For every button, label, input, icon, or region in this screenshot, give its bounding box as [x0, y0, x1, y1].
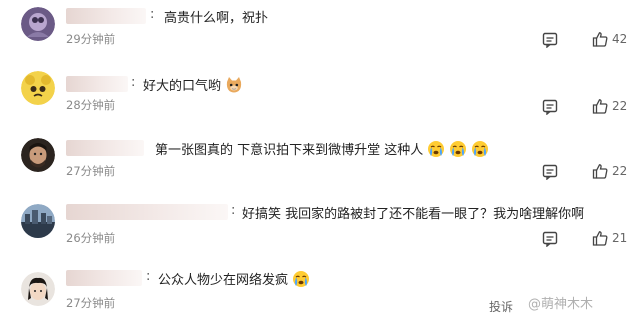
- name-separator: :: [146, 269, 151, 284]
- thumbs-up-icon[interactable]: [592, 31, 608, 47]
- cat-emoji-icon: [225, 76, 243, 98]
- like-count: 22: [612, 99, 628, 113]
- name-separator: :: [231, 203, 236, 218]
- thumbs-up-icon[interactable]: [592, 163, 608, 179]
- comment-item: : 好大的口气哟 28分钟前 22: [0, 64, 640, 126]
- username-blurred[interactable]: [66, 76, 128, 92]
- username-blurred[interactable]: [66, 270, 142, 286]
- name-separator: :: [131, 75, 136, 90]
- comment-text-body: 好大的口气哟: [143, 79, 222, 94]
- like-count: 21: [612, 231, 628, 245]
- avatar[interactable]: [21, 272, 55, 306]
- comment-time: 26分钟前: [66, 231, 116, 245]
- comment-item: : 好搞笑 我回家的路被封了还不能看一眼了？我为啥理解你啊 26分钟前 21: [0, 193, 640, 255]
- username-blurred[interactable]: [66, 204, 228, 220]
- thumbs-up-icon[interactable]: [592, 98, 608, 114]
- cry-emoji-icon: [292, 270, 310, 292]
- username-blurred[interactable]: [66, 8, 146, 24]
- thumbs-up-icon[interactable]: [592, 230, 608, 246]
- comment-text: 第一张图真的 下意识拍下来到微博升堂 这种人: [155, 139, 489, 162]
- comment-time: 28分钟前: [66, 98, 116, 112]
- comment-reply-icon[interactable]: [542, 231, 558, 247]
- cry-emoji-icon: [471, 140, 489, 162]
- comment-time: 27分钟前: [66, 296, 116, 310]
- complaint-link[interactable]: 投诉: [489, 298, 513, 315]
- comment-time: 27分钟前: [66, 164, 116, 178]
- comment-reply-icon[interactable]: [542, 32, 558, 48]
- comment-text: 高贵什么啊，祝扑: [164, 11, 269, 26]
- name-separator: :: [150, 7, 155, 22]
- avatar[interactable]: [21, 7, 55, 41]
- comment-text-body: 第一张图真的 下意识拍下来到微博升堂 这种人: [155, 143, 424, 158]
- cry-emoji-icon: [449, 140, 467, 162]
- avatar[interactable]: [21, 138, 55, 172]
- comment-text-body: 公众人物少在网络发疯: [158, 273, 289, 288]
- comment-reply-icon[interactable]: [542, 164, 558, 180]
- username-blurred[interactable]: [66, 140, 144, 156]
- like-count: 22: [612, 164, 628, 178]
- like-count: 42: [612, 32, 628, 46]
- comment-item: 第一张图真的 下意识拍下来到微博升堂 这种人 27分钟前 22: [0, 128, 640, 190]
- avatar[interactable]: [21, 204, 55, 238]
- comment-text: 好大的口气哟: [143, 75, 243, 98]
- cry-emoji-icon: [427, 140, 445, 162]
- avatar[interactable]: [21, 71, 55, 105]
- comment-text: 好搞笑 我回家的路被封了还不能看一眼了？我为啥理解你啊: [242, 207, 585, 222]
- comment-reply-icon[interactable]: [542, 99, 558, 115]
- comment-time: 29分钟前: [66, 32, 116, 46]
- comment-item: : 高贵什么啊，祝扑 29分钟前 42: [0, 0, 640, 62]
- watermark: @萌神木木: [528, 297, 594, 312]
- comment-text: 公众人物少在网络发疯: [158, 269, 310, 292]
